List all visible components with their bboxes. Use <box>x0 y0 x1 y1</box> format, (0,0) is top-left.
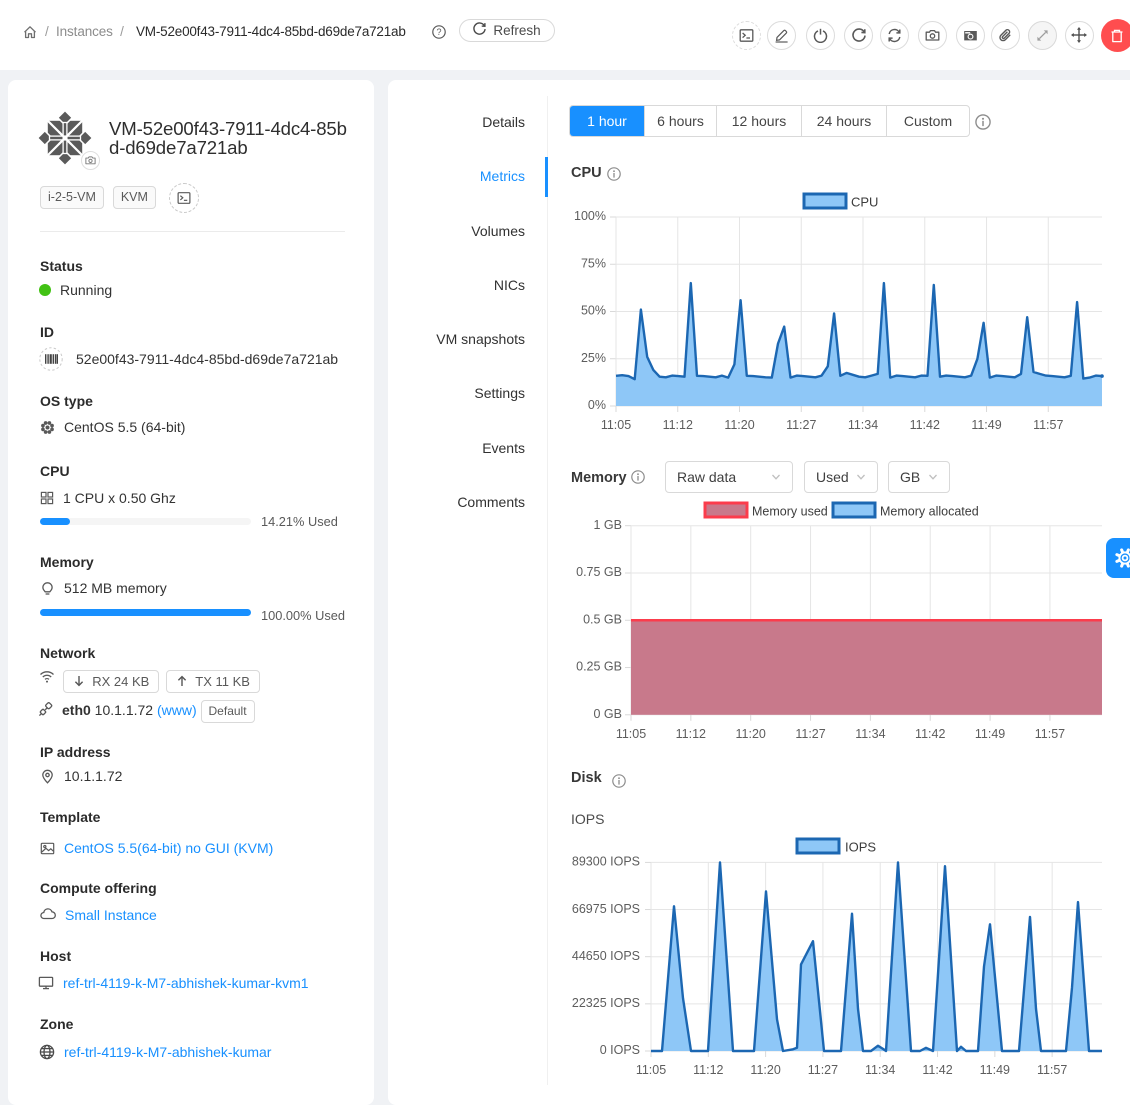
svg-text:?: ? <box>436 27 441 37</box>
